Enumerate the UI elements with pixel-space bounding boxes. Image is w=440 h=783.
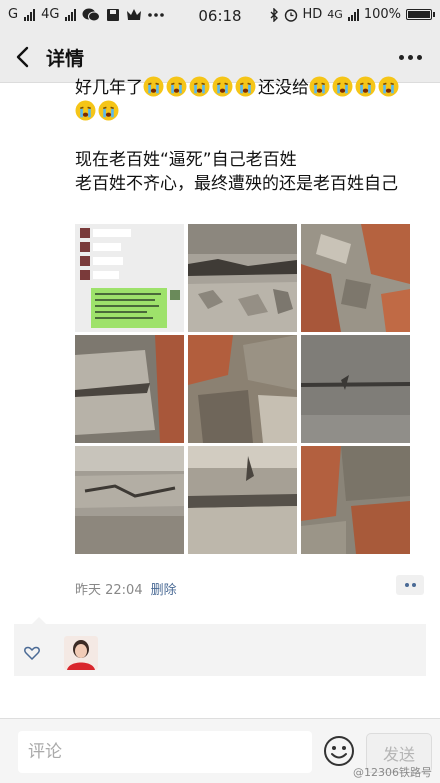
likes-box — [14, 617, 426, 676]
post-line1-prefix: 好几年了 — [75, 78, 143, 98]
crying-emoji-icon — [189, 76, 210, 97]
watermark: @12306铁路号 — [353, 766, 432, 779]
photo-cracked-wall-2[interactable] — [301, 224, 410, 332]
photo-cracked-wall-5[interactable] — [301, 335, 410, 443]
post-paragraph-2-line-2: 老百姓不齐心，最终遭殃的还是老百姓自己 — [75, 174, 398, 194]
emoji-group-1 — [143, 76, 258, 98]
photo-cracked-wall-6[interactable] — [75, 446, 184, 554]
crying-emoji-icon — [332, 76, 353, 97]
signal-icon-3 — [347, 8, 359, 21]
network2-label: 4G — [327, 8, 343, 21]
crying-emoji-icon — [98, 100, 119, 121]
post-line-1: 好几年了 还没给 — [75, 76, 420, 124]
crying-emoji-icon — [355, 76, 376, 97]
comment-input[interactable] — [18, 731, 312, 773]
crying-emoji-icon — [378, 76, 399, 97]
photo-cracked-wall-7[interactable] — [188, 446, 297, 554]
crying-emoji-icon — [166, 76, 187, 97]
post-meta: 昨天 22:04 删除 — [75, 579, 177, 598]
heart-icon — [24, 646, 40, 660]
status-bar: G 4G 06:18 HD 4G 100% — [0, 0, 440, 32]
post-line1-mid: 还没给 — [258, 78, 309, 98]
back-icon[interactable] — [12, 44, 36, 70]
alarm-icon — [284, 8, 297, 22]
photo-grid — [75, 224, 410, 556]
post-actions-button[interactable] — [396, 575, 424, 595]
page-title: 详情 — [46, 48, 85, 70]
battery-icon — [406, 9, 435, 20]
photo-cracked-wall-8[interactable] — [301, 446, 410, 554]
battery-percent: 100% — [363, 7, 401, 22]
avatar[interactable] — [64, 636, 98, 670]
photo-chat-screenshot[interactable] — [75, 224, 184, 332]
photo-cracked-wall-1[interactable] — [188, 224, 297, 332]
post-text: 好几年了 还没给 现在老百姓“逼死”自己老百姓 老百姓不齐心，最终遭殃的还是老百姓… — [75, 76, 420, 196]
smiley-icon[interactable] — [323, 735, 355, 767]
crying-emoji-icon — [235, 76, 256, 97]
bluetooth-icon — [270, 7, 278, 22]
delete-link[interactable]: 删除 — [151, 583, 177, 598]
hd-label: HD — [302, 7, 323, 22]
post-paragraph-2-line-1: 现在老百姓“逼死”自己老百姓 — [75, 150, 297, 170]
crying-emoji-icon — [309, 76, 330, 97]
crying-emoji-icon — [143, 76, 164, 97]
more-icon[interactable] — [399, 55, 422, 60]
crying-emoji-icon — [212, 76, 233, 97]
photo-cracked-wall-4[interactable] — [188, 335, 297, 443]
crying-emoji-icon — [75, 100, 96, 121]
post-timestamp: 昨天 22:04 — [75, 583, 143, 598]
photo-cracked-wall-3[interactable] — [75, 335, 184, 443]
